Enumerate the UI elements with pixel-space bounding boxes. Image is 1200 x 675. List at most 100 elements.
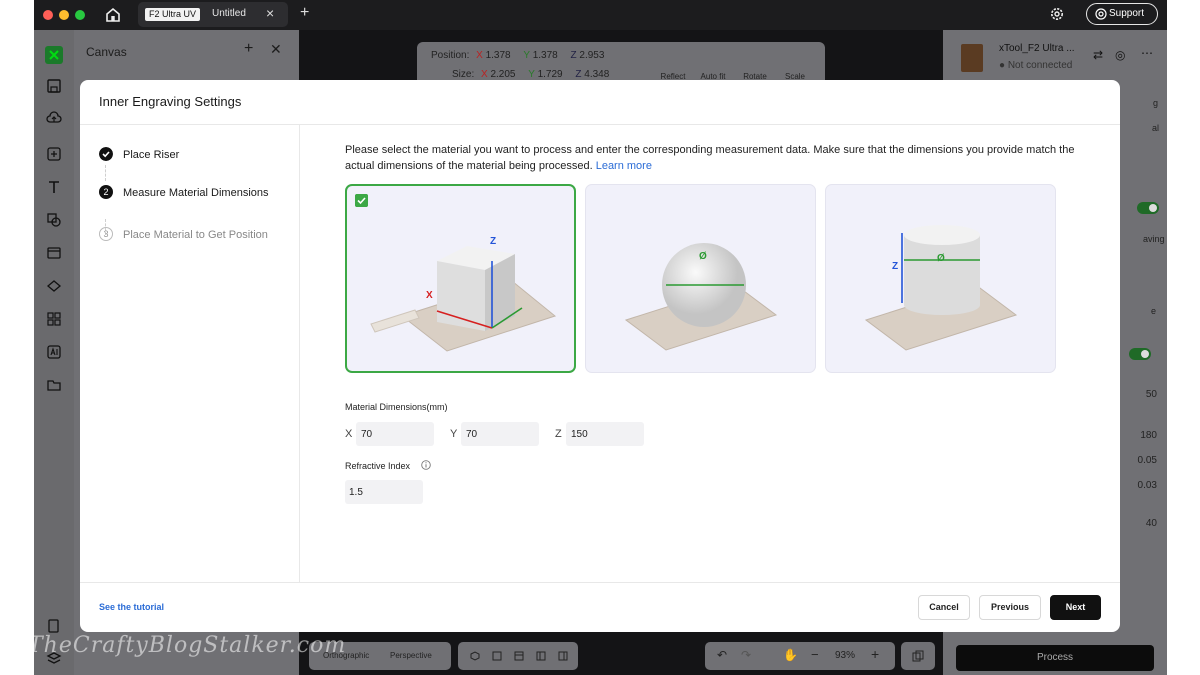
- cube-view-icon[interactable]: [470, 651, 480, 661]
- step-3-label: Place Material to Get Position: [123, 229, 268, 241]
- perspective-button[interactable]: Perspective: [390, 651, 432, 660]
- maximize-window-button[interactable]: [75, 10, 85, 20]
- pan-hand-icon[interactable]: ✋: [783, 648, 798, 662]
- previous-button[interactable]: Previous: [979, 595, 1041, 620]
- duplicate-button[interactable]: [901, 642, 935, 670]
- y-dimension-input[interactable]: [461, 422, 539, 446]
- material-card-cube[interactable]: Z X: [345, 184, 576, 373]
- size-x-axis: X: [481, 69, 488, 80]
- position-y-axis: Y: [523, 50, 530, 61]
- setting-toggle-1[interactable]: [1137, 202, 1159, 214]
- position-x-value[interactable]: 1.378: [486, 50, 511, 61]
- position-z-value[interactable]: 2.953: [579, 50, 604, 61]
- x-dimension-label: X: [345, 428, 353, 440]
- see-tutorial-link[interactable]: See the tutorial: [99, 602, 164, 612]
- layout-icon[interactable]: [46, 245, 62, 261]
- connect-icon[interactable]: ◎: [1115, 48, 1125, 62]
- more-options-icon[interactable]: ⋯: [1141, 46, 1153, 60]
- partial-label-a: g: [1153, 98, 1159, 108]
- size-x-value[interactable]: 2.205: [490, 69, 515, 80]
- close-panel-icon[interactable]: ✕: [270, 41, 282, 58]
- support-label: Support: [1109, 8, 1145, 19]
- size-y-value[interactable]: 1.729: [538, 69, 563, 80]
- refractive-index-input[interactable]: [345, 480, 423, 504]
- zoom-level[interactable]: 93%: [835, 650, 855, 661]
- top-view-icon[interactable]: [514, 651, 524, 661]
- partial-label-b: al: [1152, 123, 1160, 133]
- view-angle-buttons: [458, 642, 578, 670]
- param-value-5[interactable]: 40: [1146, 518, 1157, 529]
- z-axis-label: Z: [490, 236, 497, 247]
- learn-more-link[interactable]: Learn more: [596, 160, 652, 172]
- document-tab[interactable]: F2 Ultra UV Untitled ×: [138, 2, 288, 27]
- step-connector: [105, 165, 106, 181]
- step-1-label: Place Riser: [123, 149, 180, 161]
- material-card-sphere[interactable]: Ø: [585, 184, 816, 373]
- add-canvas-icon[interactable]: +: [244, 40, 253, 58]
- step-3-number: 3: [99, 227, 113, 241]
- x-dimension-input[interactable]: [356, 422, 434, 446]
- param-value-4[interactable]: 0.03: [1138, 480, 1157, 491]
- info-icon[interactable]: [421, 460, 431, 470]
- switch-device-icon[interactable]: ⇄: [1093, 48, 1103, 62]
- minimize-window-button[interactable]: [59, 10, 69, 20]
- setting-toggle-2[interactable]: [1129, 348, 1151, 360]
- support-button[interactable]: Support: [1086, 3, 1158, 25]
- cancel-button[interactable]: Cancel: [918, 595, 970, 620]
- position-y-value[interactable]: 1.378: [533, 50, 558, 61]
- partial-label-e: e: [1151, 306, 1157, 316]
- z-dimension-label: Z: [555, 428, 562, 440]
- position-row: Position: X 1.378 Y 1.378 Z 2.953: [431, 50, 604, 61]
- close-tab-icon[interactable]: ×: [266, 5, 274, 21]
- process-button[interactable]: Process: [956, 645, 1154, 671]
- app-logo-icon: [45, 46, 63, 64]
- partial-label-c: aving: [1143, 234, 1165, 244]
- param-value-3[interactable]: 0.05: [1138, 455, 1157, 466]
- z-axis-label: Z: [892, 261, 899, 272]
- text-icon[interactable]: [46, 179, 62, 195]
- device-status-text: Not connected: [1007, 60, 1073, 71]
- shapes-icon[interactable]: [46, 212, 62, 228]
- position-x-axis: X: [476, 50, 483, 61]
- size-z-value[interactable]: 4.348: [584, 69, 609, 80]
- apps-grid-icon[interactable]: [46, 311, 62, 327]
- size-label: Size:: [452, 69, 475, 80]
- param-value-1[interactable]: 50: [1146, 389, 1157, 400]
- watermark: TheCraftyBlogStalker.com: [28, 633, 347, 658]
- cloud-upload-icon[interactable]: [46, 110, 62, 126]
- redo-icon[interactable]: ↷: [741, 648, 751, 662]
- device-badge: F2 Ultra UV: [145, 8, 201, 21]
- add-element-icon[interactable]: [46, 146, 62, 162]
- cylinder-illustration: [864, 225, 1018, 351]
- right-view-icon[interactable]: [558, 651, 568, 661]
- front-view-icon[interactable]: [492, 651, 502, 661]
- left-toolbar: [34, 30, 74, 675]
- x-axis-label: X: [426, 290, 433, 301]
- ai-icon[interactable]: [46, 344, 62, 360]
- pages-icon[interactable]: [46, 618, 62, 634]
- footer-divider: [80, 582, 1120, 583]
- gear-icon[interactable]: [1049, 6, 1065, 22]
- folder-icon[interactable]: [46, 377, 62, 393]
- new-tab-icon[interactable]: +: [300, 4, 309, 22]
- zoom-controls: ↶ ↷ ✋ − 93% +: [705, 642, 895, 670]
- z-dimension-input[interactable]: [566, 422, 644, 446]
- canvas-panel-title: Canvas: [86, 45, 127, 59]
- device-status: ● Not connected: [999, 60, 1073, 71]
- param-value-2[interactable]: 180: [1140, 430, 1157, 441]
- refractive-index-label: Refractive Index: [345, 461, 411, 471]
- next-button[interactable]: Next: [1050, 595, 1101, 620]
- zoom-in-icon[interactable]: +: [871, 646, 879, 662]
- materials-icon[interactable]: [46, 278, 62, 294]
- instructions-body: Please select the material you want to p…: [345, 144, 1075, 172]
- check-circle-icon: [99, 147, 113, 161]
- position-label: Position:: [431, 50, 470, 61]
- tab-title: Untitled: [212, 8, 246, 19]
- zoom-out-icon[interactable]: −: [811, 647, 819, 662]
- save-icon[interactable]: [46, 78, 62, 94]
- material-card-cylinder[interactable]: Z Ø: [825, 184, 1056, 373]
- close-window-button[interactable]: [43, 10, 53, 20]
- home-icon[interactable]: [104, 6, 122, 24]
- left-view-icon[interactable]: [536, 651, 546, 661]
- undo-icon[interactable]: ↶: [717, 648, 727, 662]
